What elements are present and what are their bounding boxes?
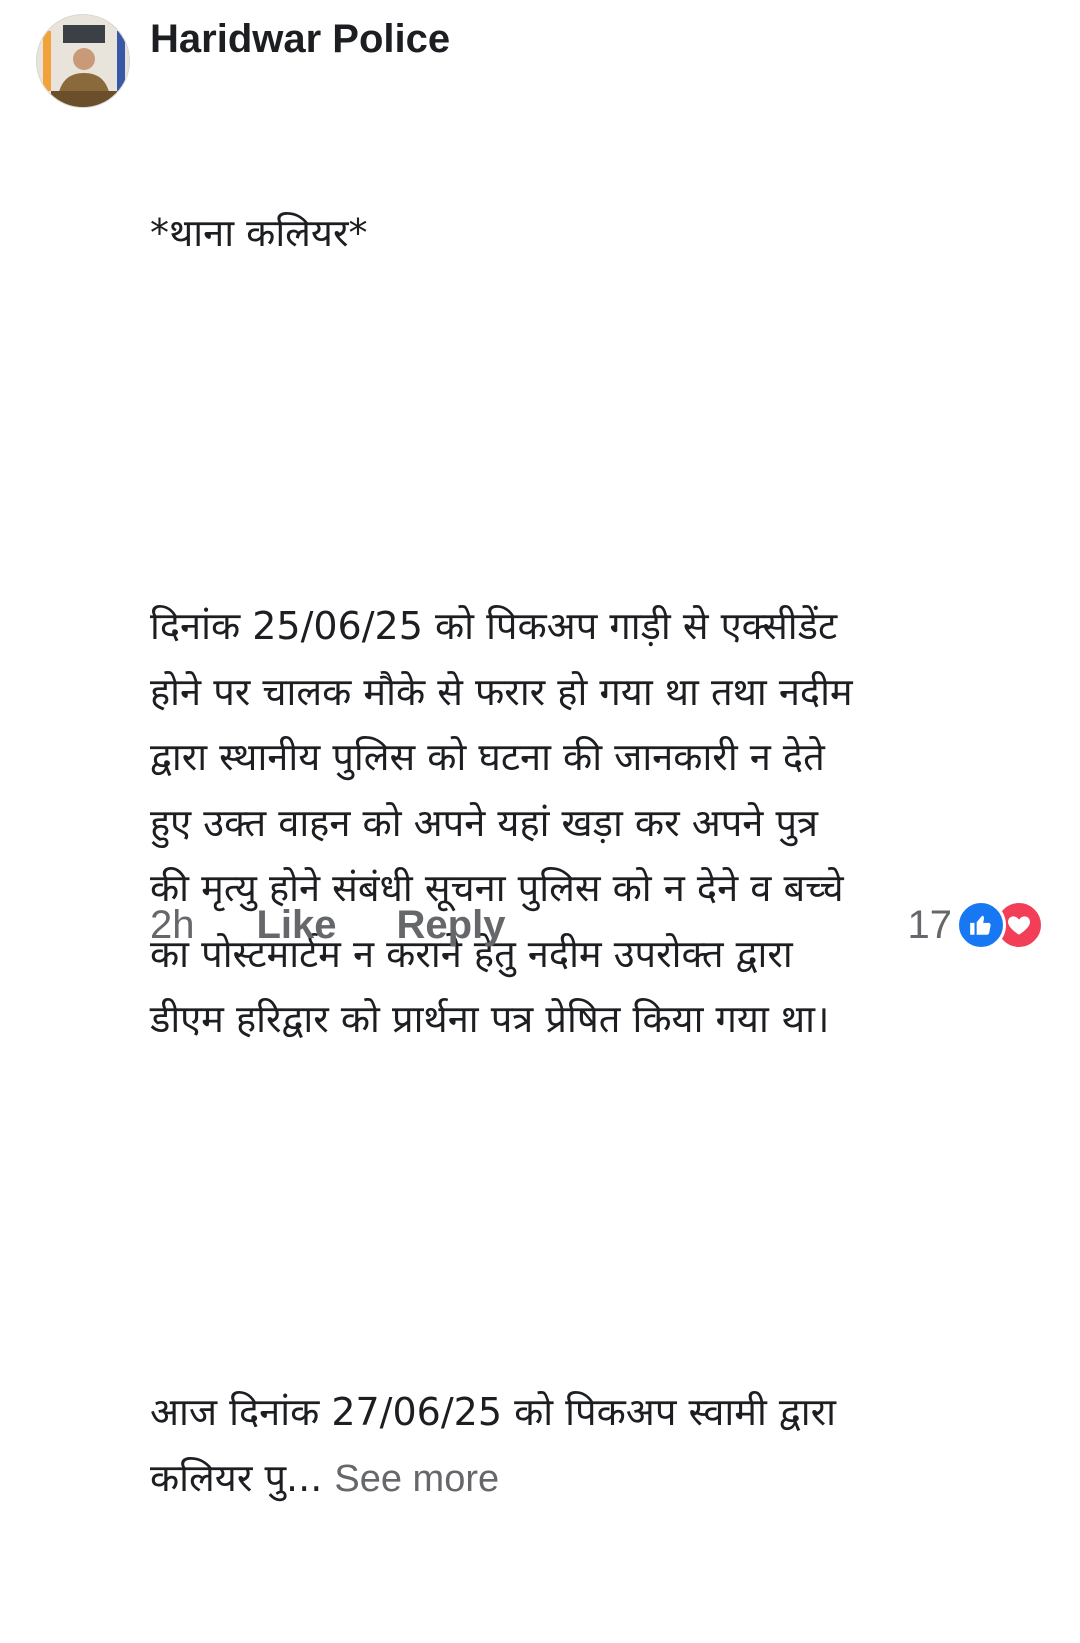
thumbs-up-icon xyxy=(956,900,1006,950)
comment-author[interactable]: Haridwar Police xyxy=(150,8,1050,70)
comment-body: *थाना कलियर* दिनांक 25/06/25 को पिकअप गा… xyxy=(150,70,1050,1643)
reaction-summary[interactable]: 17 xyxy=(907,893,1044,957)
reaction-count: 17 xyxy=(907,902,953,947)
see-more-link[interactable]: See more xyxy=(334,1458,499,1500)
comment-paragraph: दिनांक 25/06/25 को पिकअप गाड़ी से एक्सीड… xyxy=(150,604,853,1041)
comment-paragraph: *थाना कलियर* xyxy=(150,211,368,255)
comment-paragraph-truncated: आज दिनांक 27/06/25 को पिकअप स्वामी द्वार… xyxy=(150,1380,1050,1512)
timestamp[interactable]: 2h xyxy=(150,903,195,948)
reply-button[interactable]: Reply xyxy=(397,903,506,948)
like-button[interactable]: Like xyxy=(257,903,337,948)
reaction-icons xyxy=(956,900,1044,950)
profile-photo xyxy=(37,15,129,107)
comment: Haridwar Police *थाना कलियर* दिनांक 25/0… xyxy=(150,8,1050,1643)
avatar[interactable] xyxy=(36,14,130,108)
